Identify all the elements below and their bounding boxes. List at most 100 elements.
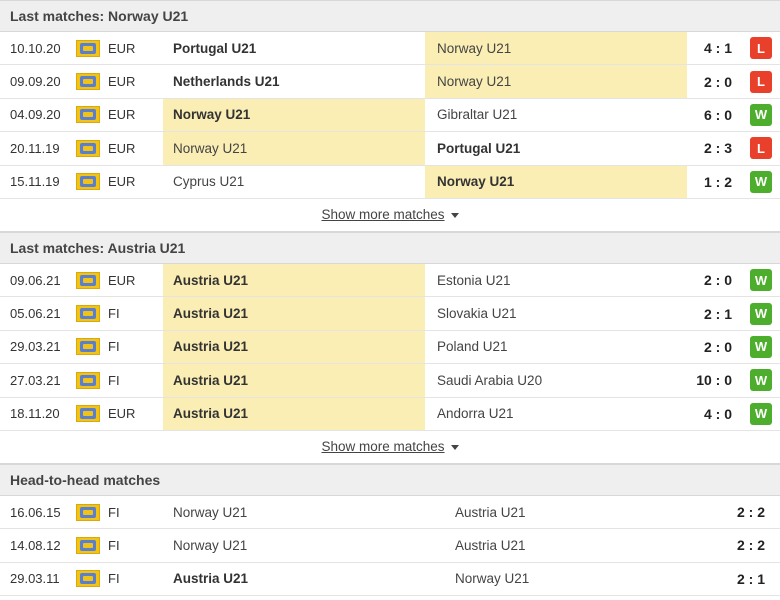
match-row[interactable]: 29.03.21 FI Austria U21 Poland U21 2 : 0 W <box>0 330 780 365</box>
competition-flag-icon <box>70 166 106 198</box>
match-score[interactable]: 2 : 2 <box>705 496 777 528</box>
match-date: 29.03.21 <box>10 339 61 355</box>
away-team-cell[interactable]: Norway U21 <box>425 65 687 98</box>
competition-flag-icon <box>70 132 106 164</box>
match-score[interactable]: 4 : 0 <box>687 398 742 430</box>
away-team-cell[interactable]: Norway U21 <box>443 563 705 595</box>
competition-code: FI <box>108 372 120 388</box>
result-cell: W <box>742 166 780 198</box>
match-score[interactable]: 2 : 2 <box>705 529 777 561</box>
match-row[interactable]: 09.09.20 EUR Netherlands U21 Norway U21 2 : … <box>0 65 780 99</box>
match-date: 15.11.19 <box>10 174 60 190</box>
match-row[interactable]: 14.08.12 FI Norway U21 Austria U21 2 : 2 <box>0 529 780 563</box>
match-row[interactable]: 04.09.20 EUR Norway U21 Gibraltar U21 6 : 0 W <box>0 98 780 133</box>
loss-badge: L <box>750 37 772 60</box>
home-team-cell[interactable]: Norway U21 <box>163 132 425 165</box>
match-row[interactable]: 16.06.15 FI Norway U21 Austria U21 2 : 2 <box>0 496 780 530</box>
show-more-row: Show more matches <box>0 199 780 232</box>
match-score[interactable]: 2 : 3 <box>687 132 742 164</box>
europe-flag-icon <box>76 271 100 289</box>
competition-flag-icon <box>70 398 106 430</box>
match-row[interactable]: 09.06.21 EUR Austria U21 Estonia U21 2 : 0 W <box>0 263 780 298</box>
away-team-name: Austria U21 <box>455 504 526 520</box>
home-team-name: Austria U21 <box>173 306 249 322</box>
result-cell: W <box>742 297 780 329</box>
competition-flag-icon <box>70 563 106 595</box>
home-team-cell[interactable]: Norway U21 <box>163 98 425 132</box>
home-team-cell[interactable]: Austria U21 <box>163 397 425 430</box>
home-team-name: Portugal U21 <box>173 40 257 56</box>
home-team-cell[interactable]: Austria U21 <box>163 563 443 595</box>
home-team-cell[interactable]: Portugal U21 <box>163 32 425 64</box>
show-more-button[interactable]: Show more matches <box>321 439 459 454</box>
away-team-name: Estonia U21 <box>437 272 511 288</box>
match-score[interactable]: 2 : 1 <box>687 297 742 329</box>
away-team-cell[interactable]: Norway U21 <box>425 165 687 198</box>
europe-flag-icon <box>76 305 100 323</box>
europe-flag-icon <box>76 73 100 91</box>
match-row[interactable]: 15.11.19 EUR Cyprus U21 Norway U21 1 : 2 W <box>0 165 780 199</box>
away-team-cell[interactable]: Austria U21 <box>443 529 705 561</box>
away-team-cell[interactable]: Gibraltar U21 <box>425 99 687 131</box>
away-team-name: Portugal U21 <box>437 140 521 156</box>
away-team-cell[interactable]: Andorra U21 <box>425 398 687 430</box>
home-team-cell[interactable]: Norway U21 <box>163 529 443 561</box>
europe-flag-icon <box>76 106 100 124</box>
match-date: 16.06.15 <box>10 504 61 520</box>
win-badge: W <box>750 369 772 392</box>
result-cell: W <box>742 264 780 296</box>
away-team-name: Norway U21 <box>437 174 515 190</box>
match-score[interactable]: 1 : 2 <box>687 166 742 198</box>
show-more-row: Show more matches <box>0 431 780 464</box>
match-row[interactable]: 10.10.20 EUR Portugal U21 Norway U21 4 : 1 L <box>0 32 780 66</box>
match-date: 20.11.19 <box>10 140 60 156</box>
show-more-button[interactable]: Show more matches <box>321 207 459 222</box>
europe-flag-icon <box>76 570 100 588</box>
match-score[interactable]: 4 : 1 <box>687 32 742 64</box>
home-team-cell[interactable]: Norway U21 <box>163 496 443 528</box>
match-date: 18.11.20 <box>10 406 60 422</box>
home-team-cell[interactable]: Austria U21 <box>163 297 425 330</box>
section-header-norway: Last matches: Norway U21 <box>0 0 780 32</box>
home-team-cell[interactable]: Austria U21 <box>163 364 425 397</box>
away-team-cell[interactable]: Austria U21 <box>443 496 705 528</box>
section-title: Last matches: Norway U21 <box>10 8 189 24</box>
match-score[interactable]: 2 : 0 <box>687 264 742 296</box>
home-team-cell[interactable]: Austria U21 <box>163 263 425 297</box>
match-row[interactable]: 05.06.21 FI Austria U21 Slovakia U21 2 : 1 W <box>0 297 780 331</box>
away-team-cell[interactable]: Saudi Arabia U20 <box>425 364 687 396</box>
away-team-name: Norway U21 <box>437 40 512 56</box>
match-row[interactable]: 27.03.21 FI Austria U21 Saudi Arabia U20 10 … <box>0 364 780 398</box>
match-date: 04.09.20 <box>10 107 61 123</box>
home-team-name: Austria U21 <box>173 339 249 355</box>
result-cell: W <box>742 331 780 363</box>
home-team-cell[interactable]: Austria U21 <box>163 330 425 364</box>
match-score[interactable]: 10 : 0 <box>687 364 742 396</box>
away-team-cell[interactable]: Slovakia U21 <box>425 297 687 329</box>
europe-flag-icon <box>76 39 100 57</box>
section-header-h2h: Head-to-head matches <box>0 463 780 496</box>
result-cell: W <box>742 398 780 430</box>
away-team-name: Slovakia U21 <box>437 306 517 322</box>
match-score[interactable]: 2 : 1 <box>705 563 777 595</box>
match-score[interactable]: 6 : 0 <box>687 99 742 131</box>
competition-flag-icon <box>70 264 106 296</box>
match-date: 05.06.21 <box>10 306 61 322</box>
home-team-cell[interactable]: Netherlands U21 <box>163 65 425 97</box>
match-row[interactable]: 20.11.19 EUR Norway U21 Portugal U21 2 : 3 L <box>0 132 780 166</box>
away-team-cell[interactable]: Portugal U21 <box>425 132 687 164</box>
result-cell: L <box>742 65 780 97</box>
match-row[interactable]: 29.03.11 FI Austria U21 Norway U21 2 : 1 <box>0 563 780 597</box>
competition-code: EUR <box>108 40 136 56</box>
home-team-name: Austria U21 <box>173 571 249 587</box>
home-team-cell[interactable]: Cyprus U21 <box>163 166 425 198</box>
away-team-cell[interactable]: Poland U21 <box>425 331 687 363</box>
away-team-cell[interactable]: Norway U21 <box>425 32 687 65</box>
match-score[interactable]: 2 : 0 <box>687 331 742 363</box>
match-row[interactable]: 18.11.20 EUR Austria U21 Andorra U21 4 : 0 W <box>0 397 780 431</box>
austria-matches-list: 09.06.21 EUR Austria U21 Estonia U21 2 : 0W0… <box>0 263 780 431</box>
away-team-cell[interactable]: Estonia U21 <box>425 264 687 296</box>
competition-flag-icon <box>70 496 106 528</box>
away-team-name: Norway U21 <box>437 74 512 90</box>
match-score[interactable]: 2 : 0 <box>687 65 742 97</box>
